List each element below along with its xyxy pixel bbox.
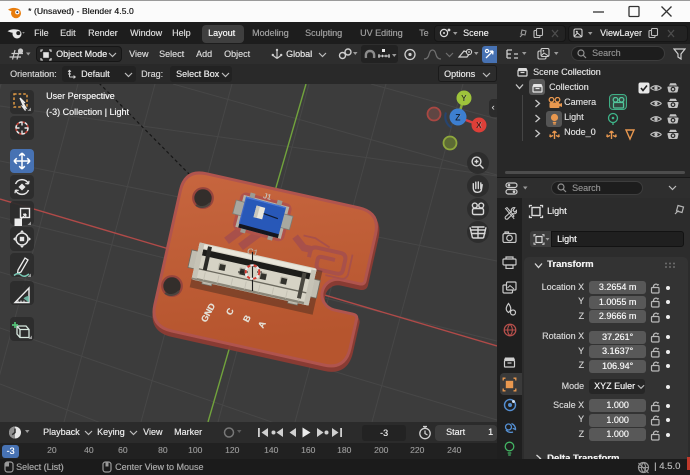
svg-text:Y: Y [461,93,467,103]
svg-text:X: X [476,120,482,130]
svg-text:Z: Z [455,113,461,123]
